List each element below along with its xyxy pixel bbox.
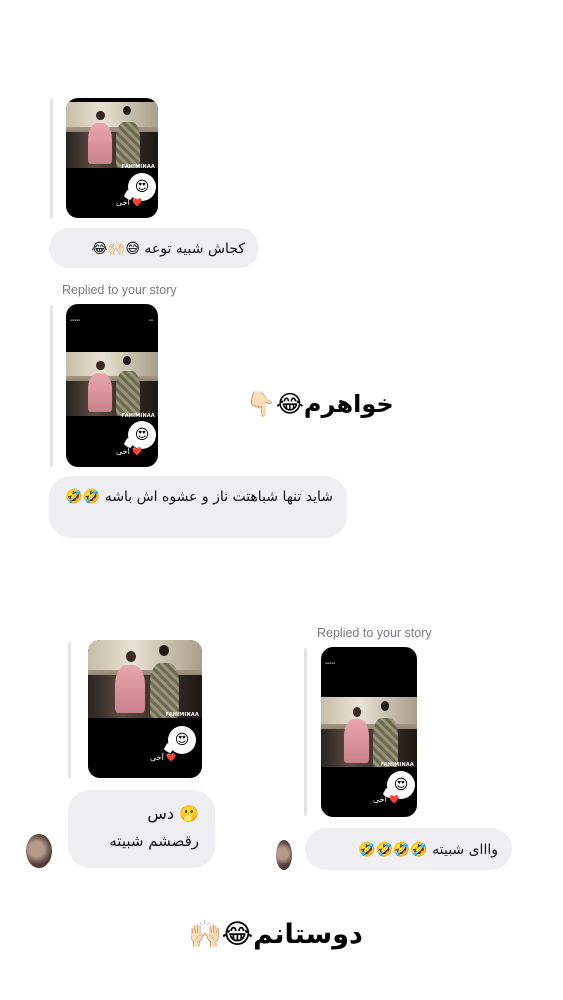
story-username-icon: ▪▪▪▪▪ — [325, 661, 336, 665]
story-thumbnail[interactable]: ▪▪▪▪▪ ▪▪ FAHIMINAA 😍 آخی ❤️ — [66, 304, 158, 467]
story-username-icon: ▪▪▪▪▪ — [70, 318, 81, 322]
story-photo — [321, 697, 417, 767]
message-bubble[interactable]: 🫢 دس رقصشم شبیته — [68, 790, 215, 868]
story-thumbnail[interactable]: FAHIMINAA 😍 آخی ❤️ — [88, 640, 202, 778]
heart-icon: ❤️ — [132, 447, 143, 456]
story-photo — [88, 640, 202, 718]
story-reply-indicator — [304, 648, 307, 816]
story-caption: آخی ❤️ — [373, 795, 399, 804]
story-watermark: FAHIMINAA — [380, 762, 414, 768]
message-text: کجاش شبیه توعه 😅🙌🏻😂 — [91, 241, 245, 257]
message-bubble[interactable]: شاید تنها شباهتت ناز و عشوه اش باشه 🤣🤣 — [49, 476, 347, 538]
reaction-bubble: 😍 — [128, 173, 156, 201]
message-bubble[interactable]: وااای شبیته 🤣🤣🤣🤣 — [305, 828, 512, 870]
story-watermark: FAHIMINAA — [121, 164, 155, 170]
story-photo — [66, 102, 158, 168]
overlay-caption-sister: خواهرم😂👇🏻 — [246, 390, 394, 418]
story-caption: آخی ❤️ — [116, 447, 142, 456]
story-reply-indicator — [50, 98, 53, 218]
story-watermark: FAHIMINAA — [121, 413, 155, 419]
story-time-icon: ▪▪ — [148, 318, 153, 322]
message-text-line2: رقصشم شبیته — [109, 832, 199, 850]
story-caption-text: آخی — [116, 447, 130, 456]
story-caption-text: آخی — [150, 753, 164, 762]
heart-eyes-emoji-icon: 😍 — [393, 777, 409, 793]
sender-avatar[interactable] — [26, 834, 52, 868]
replied-to-story-label: Replied to your story — [317, 626, 432, 640]
message-text-line1: 🫢 دس — [147, 804, 199, 823]
heart-icon: ❤️ — [132, 198, 143, 207]
story-thumbnail[interactable]: FAHIMINAA 😍 آخی ❤️ — [66, 98, 158, 218]
message-text: وااای شبیته 🤣🤣🤣🤣 — [358, 842, 498, 858]
story-caption-text: آخی — [373, 795, 387, 804]
overlay-caption-friends: دوستانم😂🙌🏻 — [188, 919, 363, 950]
story-caption: آخی ❤️ — [116, 198, 142, 207]
reaction-bubble: 😍 — [128, 421, 156, 449]
story-reply-indicator — [68, 642, 71, 778]
story-caption-text: آخی — [116, 198, 130, 207]
story-caption: آخی ❤️ — [150, 753, 176, 762]
story-watermark: FAHIMINAA — [165, 712, 199, 718]
story-thumbnail[interactable]: ▪▪▪▪▪ FAHIMINAA 😍 آخی ❤️ — [321, 647, 417, 817]
heart-icon: ❤️ — [389, 795, 400, 804]
replied-to-story-label: Replied to your story — [62, 283, 177, 297]
message-text: شاید تنها شباهتت ناز و عشوه اش باشه 🤣🤣 — [65, 489, 333, 505]
sender-avatar[interactable] — [276, 840, 292, 870]
heart-eyes-emoji-icon: 😍 — [134, 427, 150, 443]
story-photo — [66, 352, 158, 416]
story-reply-indicator — [50, 305, 53, 467]
heart-eyes-emoji-icon: 😍 — [174, 732, 190, 748]
reaction-bubble: 😍 — [168, 726, 196, 754]
heart-eyes-emoji-icon: 😍 — [134, 179, 150, 195]
message-bubble[interactable]: کجاش شبیه توعه 😅🙌🏻😂 — [49, 228, 259, 268]
heart-icon: ❤️ — [166, 753, 177, 762]
